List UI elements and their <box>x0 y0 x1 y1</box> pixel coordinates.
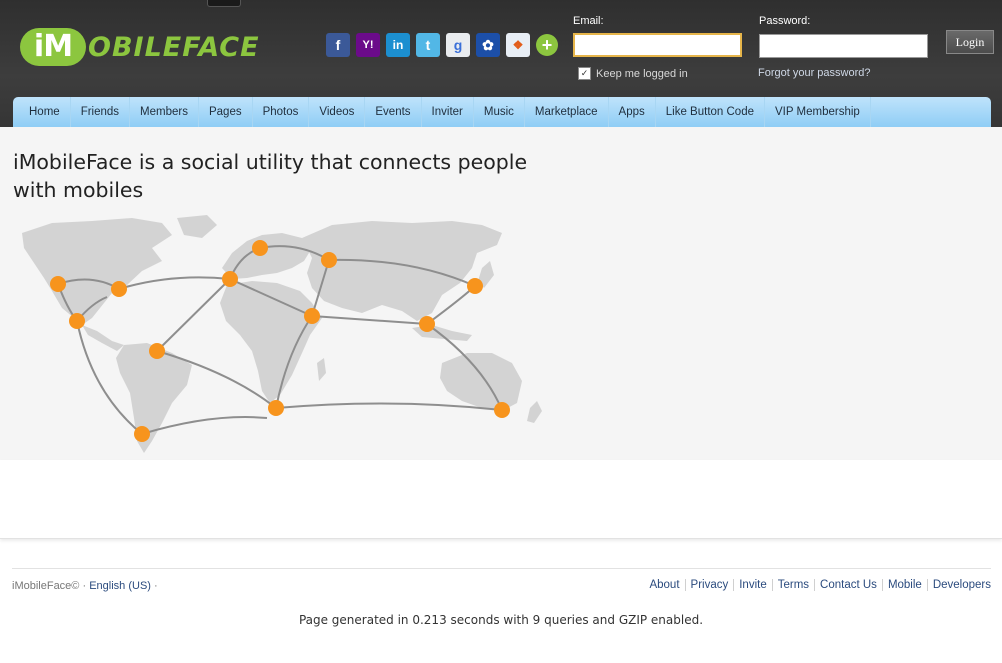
footer-link-invite[interactable]: Invite <box>733 579 772 591</box>
social-login-icons: f Y! in t g ✿ ❖ + <box>326 33 558 57</box>
map-marker <box>304 308 320 324</box>
map-marker <box>111 281 127 297</box>
footer-link-mobile[interactable]: Mobile <box>881 579 927 591</box>
route <box>311 315 428 325</box>
email-field[interactable] <box>573 33 742 57</box>
nav-friends[interactable]: Friends <box>71 97 131 127</box>
password-label: Password: <box>759 15 811 27</box>
nav-apps[interactable]: Apps <box>609 97 656 127</box>
windows-live-icon[interactable]: ❖ <box>506 33 530 57</box>
nav-inviter[interactable]: Inviter <box>422 97 474 127</box>
hero-section: iMobileFace is a social utility that con… <box>0 127 1002 460</box>
australia <box>440 353 522 411</box>
nav-like-button-code[interactable]: Like Button Code <box>656 97 765 127</box>
nav-events[interactable]: Events <box>365 97 422 127</box>
page-tagline: iMobileFace is a social utility that con… <box>13 150 528 202</box>
footer-copyright: iMobileFace© · English (US) · <box>12 580 158 592</box>
map-marker <box>50 276 66 292</box>
main-nav: Home Friends Members Pages Photos Videos… <box>13 97 991 127</box>
copyright-text: iMobileFace© <box>12 580 80 592</box>
nav-photos[interactable]: Photos <box>253 97 310 127</box>
login-button[interactable]: Login <box>946 30 994 54</box>
map-marker <box>222 271 238 287</box>
footer-link-developers[interactable]: Developers <box>926 579 991 591</box>
route <box>275 402 503 411</box>
map-marker <box>467 278 483 294</box>
map-marker <box>268 400 284 416</box>
keep-logged-in-checkbox[interactable]: ✓ <box>578 67 591 80</box>
header-bar: iM OBILEFACE f Y! in t g ✿ ❖ + Email: Pa… <box>0 0 1002 127</box>
map-marker <box>494 402 510 418</box>
asia <box>302 221 502 321</box>
footer-link-privacy[interactable]: Privacy <box>684 579 734 591</box>
map-marker <box>149 343 165 359</box>
yahoo-icon[interactable]: Y! <box>356 33 380 57</box>
map-continents <box>22 215 542 453</box>
forgot-password-link[interactable]: Forgot your password? <box>758 67 871 79</box>
map-marker <box>252 240 268 256</box>
madagascar <box>317 358 326 381</box>
map-marker <box>321 252 337 268</box>
route <box>118 276 231 290</box>
nav-marketplace[interactable]: Marketplace <box>525 97 609 127</box>
footer-divider <box>12 568 991 569</box>
top-handle <box>207 0 241 7</box>
nav-music[interactable]: Music <box>474 97 525 127</box>
nav-pages[interactable]: Pages <box>199 97 253 127</box>
separator: · <box>154 580 158 592</box>
logo-text: OBILEFACE <box>88 31 260 63</box>
nav-videos[interactable]: Videos <box>309 97 366 127</box>
greenland <box>177 215 217 238</box>
map-marker <box>419 316 435 332</box>
world-map-illustration <box>22 215 542 453</box>
password-field[interactable] <box>759 34 928 58</box>
site-logo[interactable]: iM OBILEFACE <box>20 27 260 67</box>
add-more-icon[interactable]: + <box>536 34 558 56</box>
msn-icon[interactable]: ✿ <box>476 33 500 57</box>
footer-link-about[interactable]: About <box>644 579 684 591</box>
footer-links: About Privacy Invite Terms Contact Us Mo… <box>644 579 991 591</box>
page-generated-info: Page generated in 0.213 seconds with 9 q… <box>298 613 704 627</box>
logo-mark: iM <box>20 28 86 66</box>
nav-vip-membership[interactable]: VIP Membership <box>765 97 871 127</box>
map-marker <box>69 313 85 329</box>
nav-members[interactable]: Members <box>130 97 199 127</box>
africa <box>220 281 322 403</box>
new-zealand <box>527 401 542 423</box>
google-icon[interactable]: g <box>446 33 470 57</box>
map-marker <box>134 426 150 442</box>
language-link[interactable]: English (US) <box>89 580 151 592</box>
twitter-icon[interactable]: t <box>416 33 440 57</box>
keep-logged-in[interactable]: ✓ Keep me logged in <box>578 67 688 80</box>
email-label: Email: <box>573 15 604 27</box>
footer-link-contact-us[interactable]: Contact Us <box>814 579 882 591</box>
route <box>156 278 231 352</box>
facebook-icon[interactable]: f <box>326 33 350 57</box>
footer-link-terms[interactable]: Terms <box>771 579 814 591</box>
content-spacer <box>0 460 1002 539</box>
north-america <box>22 218 172 325</box>
separator: · <box>82 580 87 592</box>
central-america <box>82 325 124 351</box>
keep-logged-in-label: Keep me logged in <box>596 67 688 80</box>
nav-home[interactable]: Home <box>13 97 71 127</box>
europe <box>222 233 312 279</box>
linkedin-icon[interactable]: in <box>386 33 410 57</box>
